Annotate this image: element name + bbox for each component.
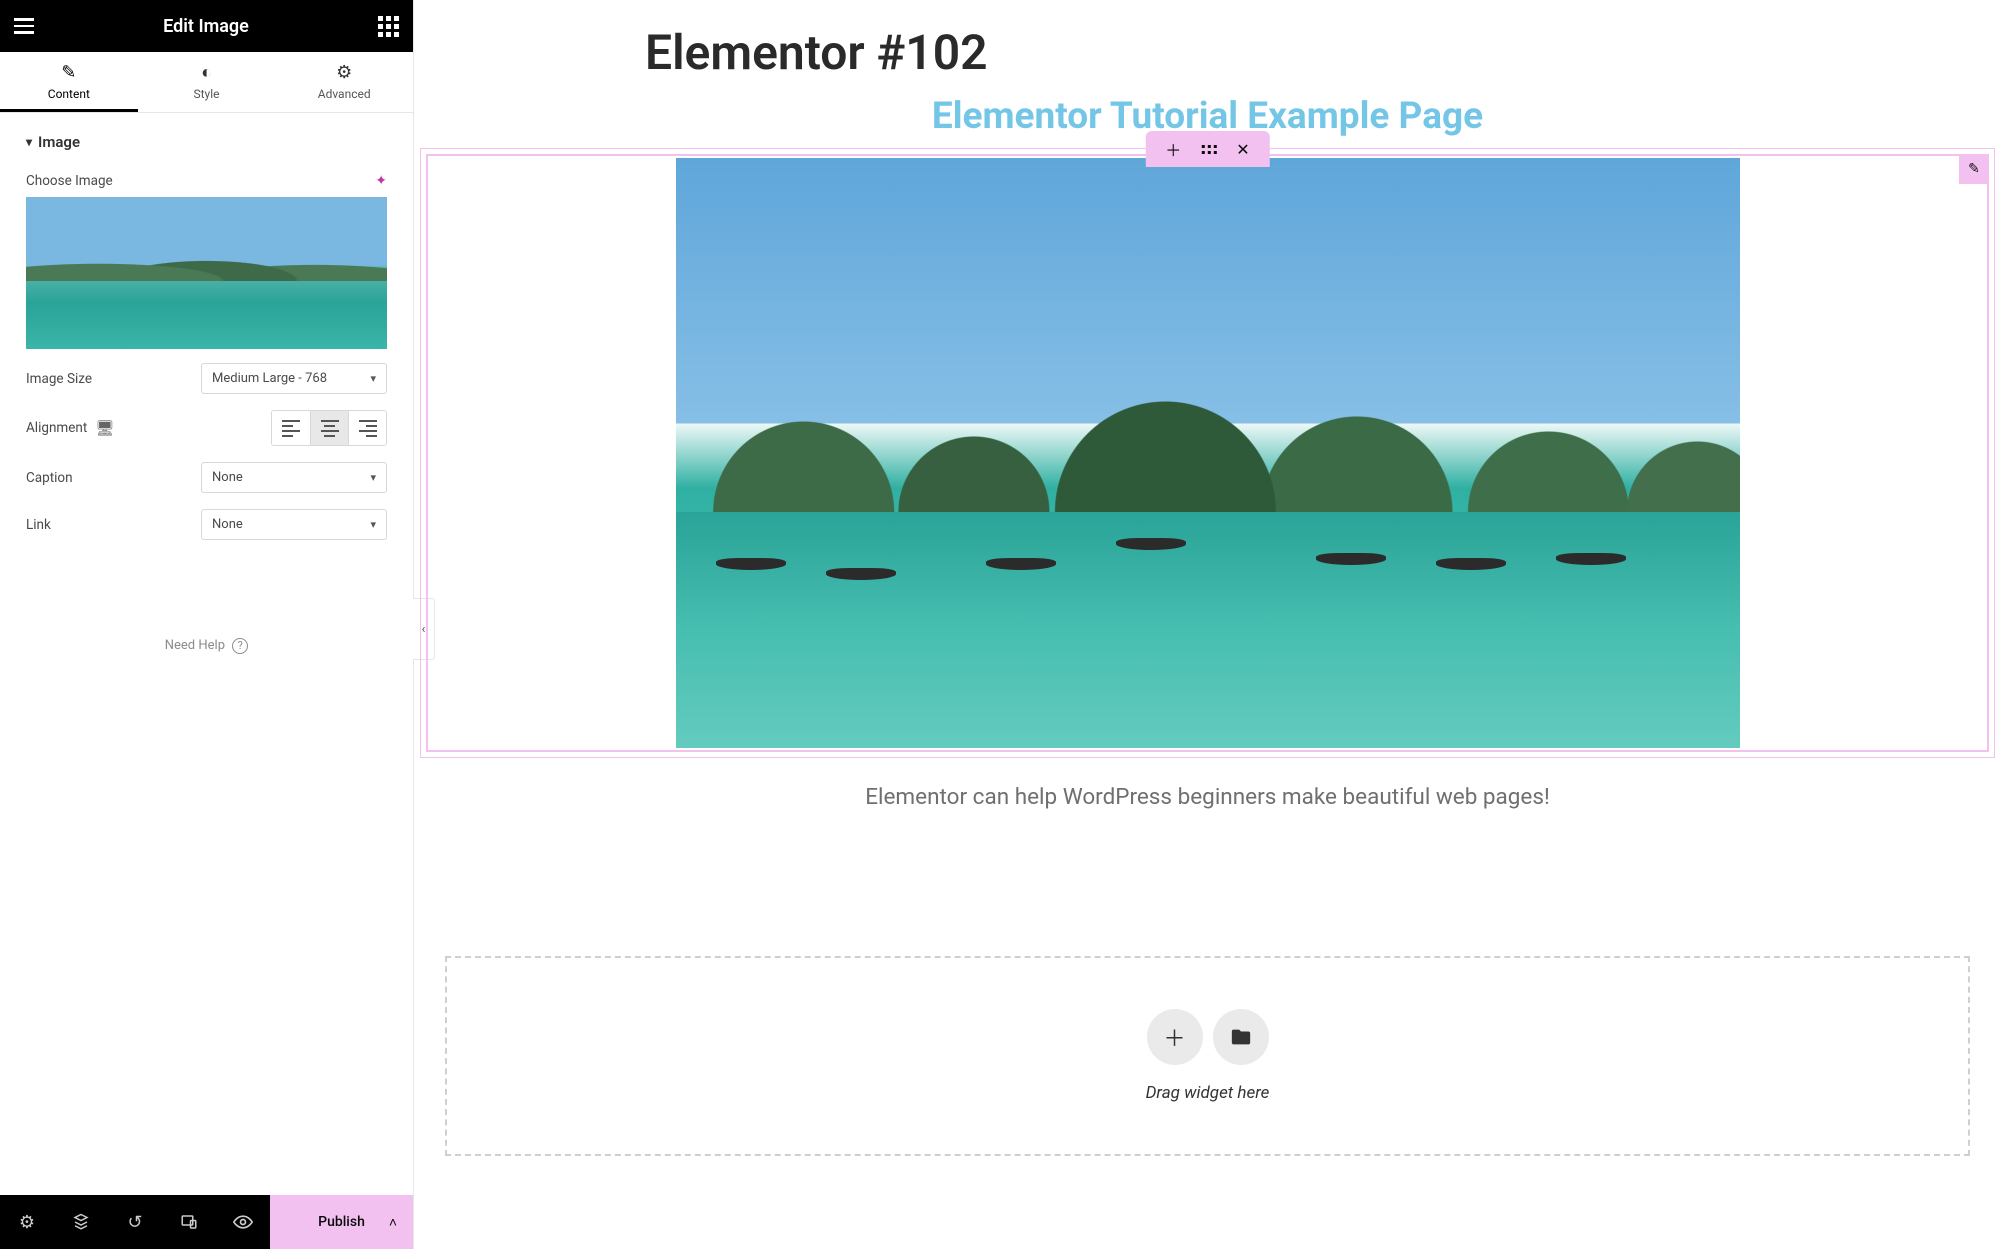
section-title: Image: [38, 133, 80, 151]
question-icon: ?: [232, 638, 248, 654]
settings-icon[interactable]: ⚙: [0, 1195, 54, 1249]
image-widget[interactable]: [426, 154, 1989, 752]
image-size-value: Medium Large - 768: [212, 371, 327, 386]
caption-value: None: [212, 470, 243, 485]
panel-tabs: ✎ Content ◐ Style ⚙ Advanced: [0, 52, 413, 113]
tab-style[interactable]: ◐ Style: [138, 52, 276, 112]
tab-advanced-label: Advanced: [318, 87, 371, 101]
tab-style-label: Style: [194, 87, 220, 101]
preview-icon[interactable]: [216, 1195, 270, 1249]
tab-advanced[interactable]: ⚙ Advanced: [275, 52, 413, 112]
row-caption: Caption None ▾: [26, 454, 387, 501]
section-toggle-image[interactable]: ▾ Image: [26, 127, 387, 165]
align-left-button[interactable]: [272, 411, 310, 445]
caret-down-icon: ▾: [26, 135, 32, 149]
image-size-select[interactable]: Medium Large - 768 ▾: [201, 363, 387, 394]
edit-widget-icon[interactable]: ✎: [1959, 154, 1989, 184]
ai-sparkle-icon[interactable]: ✦: [375, 173, 387, 189]
link-select[interactable]: None ▾: [201, 509, 387, 540]
responsive-icon[interactable]: [162, 1195, 216, 1249]
add-section-icon[interactable]: ＋: [1165, 137, 1181, 161]
navigator-icon[interactable]: [54, 1195, 108, 1249]
delete-section-icon[interactable]: ✕: [1236, 140, 1249, 159]
image-content: [676, 158, 1740, 748]
pencil-icon: ✎: [0, 62, 138, 83]
row-image-size: Image Size Medium Large - 768 ▾: [26, 355, 387, 402]
page-title: Elementor #102: [645, 24, 2000, 81]
history-icon[interactable]: ↺: [108, 1195, 162, 1249]
caption-label: Caption: [26, 470, 73, 486]
row-link: Link None ▾: [26, 501, 387, 548]
panel-header: Edit Image: [0, 0, 413, 52]
caption-select[interactable]: None ▾: [201, 462, 387, 493]
chevron-up-icon: ˄: [389, 1214, 397, 1231]
publish-button[interactable]: Publish ˄: [270, 1195, 413, 1249]
panel-footer: ⚙ ↺ Publish ˄: [0, 1195, 413, 1249]
chevron-down-icon: ▾: [370, 518, 376, 531]
row-alignment: Alignment 🖥: [26, 402, 387, 454]
panel-title: Edit Image: [34, 16, 378, 37]
contrast-icon: ◐: [138, 62, 276, 83]
editor-panel: Edit Image ✎ Content ◐ Style ⚙ Advanced …: [0, 0, 414, 1249]
drop-hint: Drag widget here: [1146, 1083, 1270, 1103]
align-center-button[interactable]: [310, 411, 348, 445]
image-size-label: Image Size: [26, 371, 92, 387]
add-widget-button[interactable]: ＋: [1147, 1009, 1203, 1065]
desktop-icon[interactable]: 🖥: [95, 419, 114, 437]
publish-label: Publish: [318, 1214, 365, 1230]
need-help-label: Need Help: [165, 638, 225, 653]
alignment-segmented: [271, 410, 387, 446]
link-label: Link: [26, 517, 51, 533]
link-value: None: [212, 517, 243, 532]
drop-area[interactable]: ＋ Drag widget here: [445, 956, 1970, 1156]
tab-content-label: Content: [48, 87, 90, 101]
chevron-down-icon: ▾: [370, 471, 376, 484]
drag-section-icon[interactable]: [1201, 145, 1216, 154]
image-preview[interactable]: [26, 197, 387, 349]
alignment-label: Alignment: [26, 420, 87, 436]
widgets-grid-icon[interactable]: [378, 16, 399, 37]
need-help-link[interactable]: Need Help ?: [26, 638, 387, 654]
row-choose-image: Choose Image ✦: [26, 165, 387, 197]
editor-canvas: Elementor #102 Elementor Tutorial Exampl…: [415, 0, 2000, 1249]
choose-image-label: Choose Image: [26, 173, 113, 189]
template-library-button[interactable]: [1213, 1009, 1269, 1065]
section[interactable]: ＋ ✕ ✎: [420, 148, 1995, 758]
canvas-caption: Elementor can help WordPress beginners m…: [415, 784, 2000, 810]
section-controls: ＋ ✕: [1145, 131, 1269, 167]
panel-body: ▾ Image Choose Image ✦ Image Size Medium…: [0, 113, 413, 1195]
gear-icon: ⚙: [275, 62, 413, 83]
align-right-button[interactable]: [348, 411, 386, 445]
chevron-down-icon: ▾: [370, 372, 376, 385]
tab-content[interactable]: ✎ Content: [0, 52, 138, 112]
menu-icon[interactable]: [14, 18, 34, 34]
